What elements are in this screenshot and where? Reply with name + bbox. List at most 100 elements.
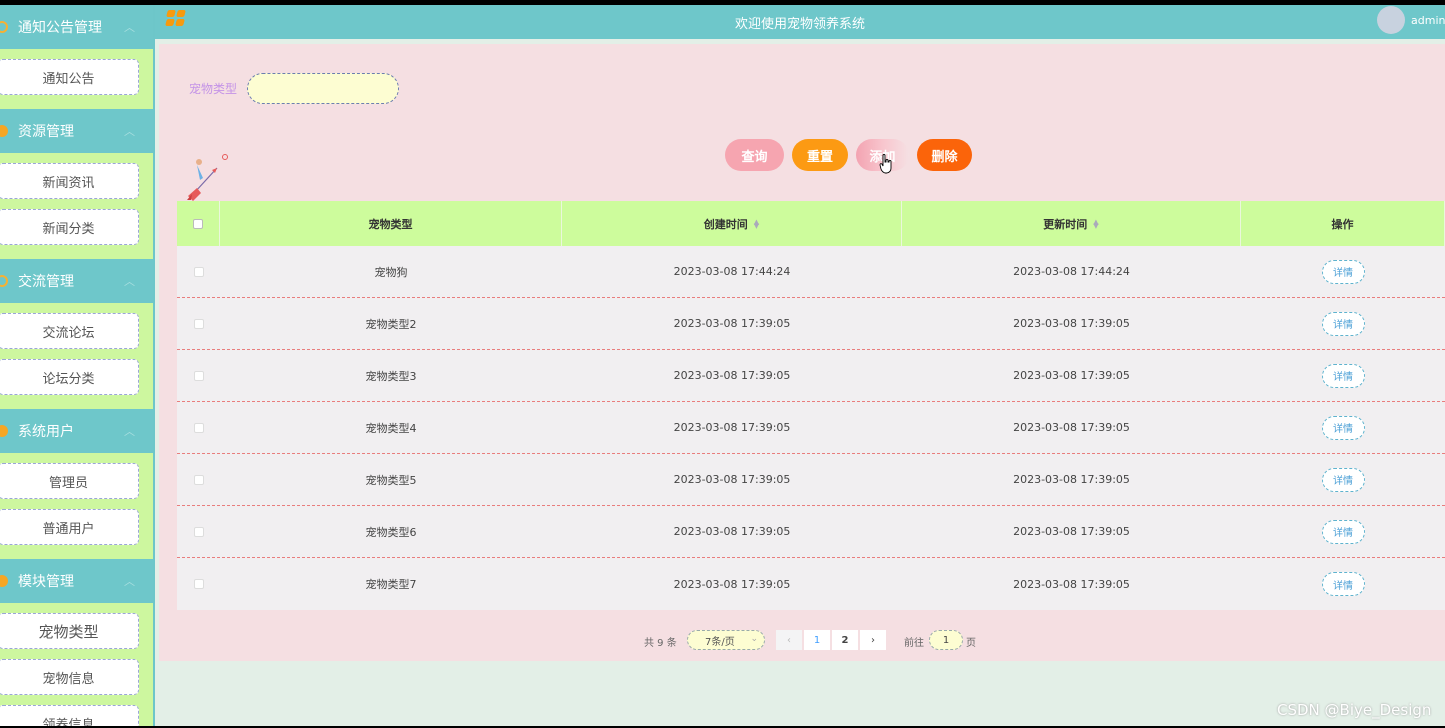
cell-updated: 2023-03-08 17:44:24: [1013, 265, 1130, 278]
row-checkbox[interactable]: [193, 474, 204, 485]
menu-header-notice[interactable]: 通知公告管理 ︿: [0, 5, 153, 49]
table-row: 宠物类型3 2023-03-08 17:39:05 2023-03-08 17:…: [177, 350, 1445, 402]
page-1-button[interactable]: 1: [804, 630, 830, 650]
cell-created: 2023-03-08 17:39:05: [673, 577, 791, 591]
menu-header-label: 通知公告管理: [18, 20, 102, 36]
sidebar-item-notice[interactable]: 通知公告: [0, 59, 139, 95]
cell-updated: 2023-03-08 17:39:05: [1013, 369, 1130, 382]
column-header-created[interactable]: 创建时间 ▲ ▼: [562, 201, 902, 246]
goto-label: 前往: [904, 638, 924, 649]
cell-type: 宠物类型5: [365, 473, 417, 487]
app-window: 通知公告管理 ︿ 通知公告 资源管理 ︿ 新闻资讯 新闻分类 交流管理 ︿ 交流…: [0, 5, 1445, 726]
detail-button[interactable]: 详情: [1321, 467, 1365, 492]
cell-created: 2023-03-08 17:39:05: [673, 473, 791, 486]
menu-header-forum[interactable]: 交流管理 ︿: [0, 259, 153, 303]
hand-cursor-icon: [879, 154, 892, 174]
detail-button[interactable]: 详情: [1321, 519, 1365, 544]
pet-type-table: 宠物类型 创建时间 ▲ ▼ 更新时间 ▲ ▼ 操作 宠物狗 2023-03-08 17:…: [177, 201, 1445, 610]
sidebar-item-forum-category[interactable]: 论坛分类: [0, 359, 139, 395]
main-panel: 宠物类型 查询 重置 添加 删除 宠物类型 创建时间 ▲ ▼ 更新时间 ▲ ▼ 操作: [159, 44, 1445, 661]
menu-group-resource: 资源管理 ︿ 新闻资讯 新闻分类: [0, 109, 153, 259]
cell-type: 宠物类型2: [365, 317, 417, 331]
menu-header-resource[interactable]: 资源管理 ︿: [0, 109, 153, 153]
grid-icon: [0, 575, 8, 587]
row-checkbox[interactable]: [193, 318, 204, 329]
select-all-checkbox[interactable]: [193, 218, 203, 229]
goto-suffix: 页: [966, 638, 976, 649]
site-title: 欢迎使用宠物领养系统: [734, 17, 865, 32]
total-count: 共 9 条: [644, 638, 677, 649]
cell-created: 2023-03-08 17:44:24: [673, 265, 791, 278]
sidebar-item-forum[interactable]: 交流论坛: [0, 313, 139, 349]
table-row: 宠物类型2 2023-03-08 17:39:05 2023-03-08 17:…: [177, 298, 1445, 350]
query-button[interactable]: 查询: [725, 139, 784, 171]
detail-button[interactable]: 详情: [1321, 572, 1365, 596]
table-row: 宠物类型5 2023-03-08 17:39:05 2023-03-08 17:…: [177, 454, 1445, 506]
search-label: 宠物类型: [189, 82, 238, 96]
cell-updated: 2023-03-08 17:39:05: [1013, 525, 1130, 538]
cell-updated: 2023-03-08 17:39:05: [1013, 421, 1130, 434]
detail-button[interactable]: 详情: [1321, 311, 1365, 336]
column-header-label: 宠物类型: [368, 217, 413, 231]
chevron-up-icon: ︿: [124, 425, 135, 438]
bell-icon: [0, 21, 8, 33]
row-checkbox[interactable]: [193, 266, 204, 277]
pet-type-search-input[interactable]: [247, 73, 399, 104]
chat-icon: [0, 275, 8, 287]
delete-button[interactable]: 删除: [917, 139, 972, 171]
table-row: 宠物狗 2023-03-08 17:44:24 2023-03-08 17:44…: [177, 246, 1445, 298]
sidebar-item-adoption-info[interactable]: 领养信息: [0, 705, 139, 726]
row-checkbox[interactable]: [193, 579, 204, 589]
page-size-select[interactable]: 7条/页 ⌄: [687, 630, 765, 650]
cell-updated: 2023-03-08 17:39:05: [1013, 577, 1130, 591]
reset-button[interactable]: 重置: [792, 139, 848, 171]
menu-header-label: 交流管理: [18, 274, 74, 290]
menu-header-label: 系统用户: [18, 424, 74, 440]
menu-header-users[interactable]: 系统用户 ︿: [0, 409, 153, 453]
detail-button[interactable]: 详情: [1321, 363, 1365, 388]
sort-icon[interactable]: ▲ ▼: [754, 218, 759, 229]
row-checkbox[interactable]: [193, 422, 204, 433]
chevron-up-icon: ︿: [124, 275, 135, 288]
sidebar: 通知公告管理 ︿ 通知公告 资源管理 ︿ 新闻资讯 新闻分类 交流管理 ︿ 交流…: [0, 5, 153, 726]
prev-page-button[interactable]: ‹: [776, 630, 802, 650]
cell-type: 宠物类型6: [365, 525, 417, 539]
cell-created: 2023-03-08 17:39:05: [673, 421, 791, 434]
sidebar-item-news[interactable]: 新闻资讯: [0, 163, 139, 199]
pagination: 共 9 条 7条/页 ⌄ ‹ 1 2 › 前往 1 页: [159, 630, 1445, 650]
row-checkbox[interactable]: [193, 370, 204, 381]
username[interactable]: admin: [1411, 14, 1445, 27]
detail-button[interactable]: 详情: [1321, 415, 1365, 440]
menu-group-notice: 通知公告管理 ︿ 通知公告: [0, 5, 153, 109]
avatar[interactable]: [1377, 6, 1405, 34]
sort-icon[interactable]: ▲ ▼: [1093, 218, 1098, 229]
table-row: 宠物类型4 2023-03-08 17:39:05 2023-03-08 17:…: [177, 402, 1445, 454]
cell-updated: 2023-03-08 17:39:05: [1013, 473, 1130, 486]
top-bar: 欢迎使用宠物领养系统 admin: [155, 5, 1445, 39]
next-page-button[interactable]: ›: [860, 630, 886, 650]
menu-header-modules[interactable]: 模块管理 ︿: [0, 559, 153, 603]
goto-page-input[interactable]: 1: [929, 630, 963, 650]
column-header-label: 操作: [1331, 217, 1354, 231]
column-header-action: 操作: [1241, 201, 1445, 246]
menu-group-forum: 交流管理 ︿ 交流论坛 论坛分类: [0, 259, 153, 409]
menu-header-label: 资源管理: [18, 124, 74, 140]
sidebar-item-pet-info[interactable]: 宠物信息: [0, 659, 139, 695]
column-header-updated[interactable]: 更新时间 ▲ ▼: [902, 201, 1241, 246]
cell-type: 宠物类型4: [365, 421, 417, 435]
sidebar-item-news-category[interactable]: 新闻分类: [0, 209, 139, 245]
table-header-row: 宠物类型 创建时间 ▲ ▼ 更新时间 ▲ ▼ 操作: [177, 201, 1445, 246]
column-header-type: 宠物类型: [220, 201, 562, 246]
sidebar-item-admin[interactable]: 管理员: [0, 463, 139, 499]
row-checkbox[interactable]: [193, 526, 204, 537]
rocket-illustration-icon: [187, 154, 228, 201]
detail-button[interactable]: 详情: [1321, 259, 1365, 284]
sidebar-item-pet-type[interactable]: 宠物类型: [0, 613, 139, 649]
cell-type: 宠物类型3: [365, 369, 417, 383]
cell-created: 2023-03-08 17:39:05: [673, 369, 791, 382]
table-row: 宠物类型6 2023-03-08 17:39:05 2023-03-08 17:…: [177, 506, 1445, 558]
page-2-button[interactable]: 2: [832, 630, 858, 650]
chevron-up-icon: ︿: [124, 125, 135, 138]
location-icon: [0, 125, 8, 137]
sidebar-item-regular-user[interactable]: 普通用户: [0, 509, 139, 545]
